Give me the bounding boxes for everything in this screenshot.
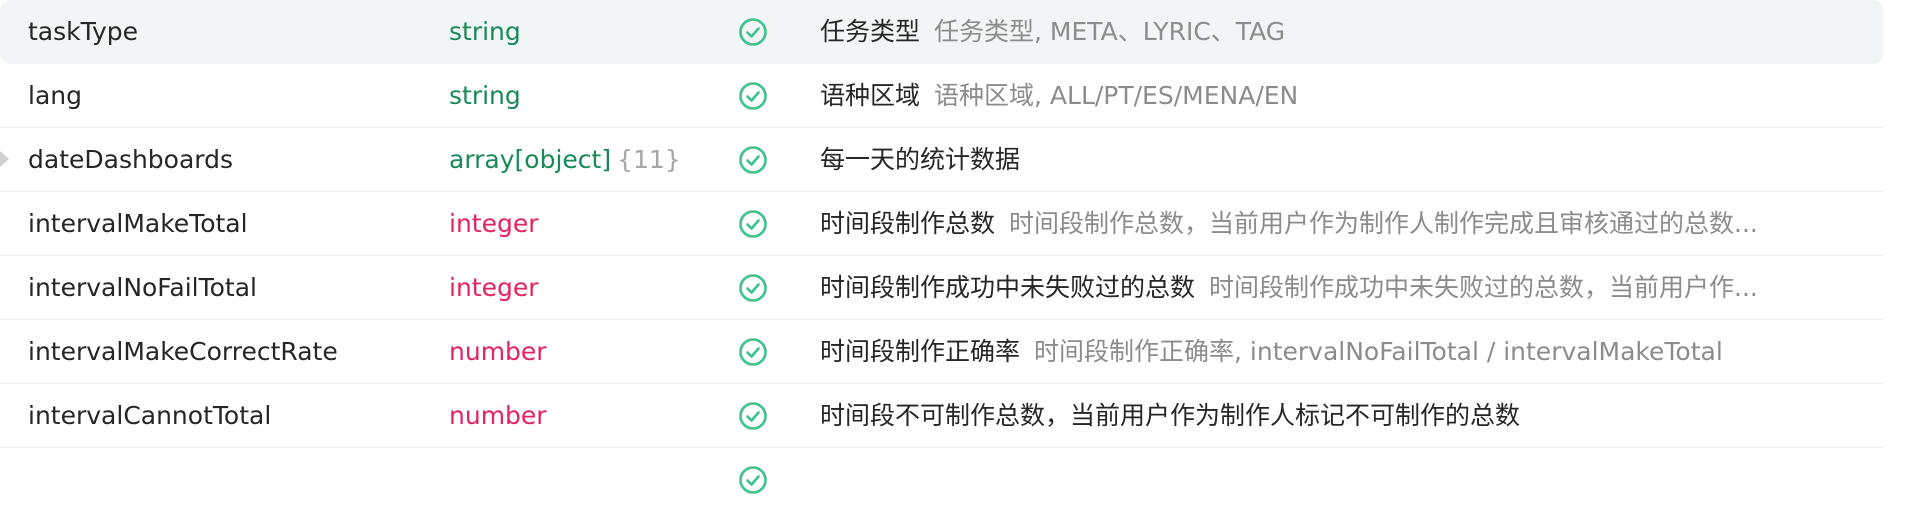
- schema-table: taskType string 任务类型 任务类型, META、LYRIC、TAG…: [0, 0, 1883, 494]
- field-description: 时间段不可制作总数，当前用户作为制作人标记不可制作的总数: [820, 384, 1870, 448]
- table-row[interactable]: intervalMakeCorrectRate number 时间段制作正确率时…: [0, 320, 1883, 384]
- field-description: 语种区域 语种区域, ALL/PT/ES/MENA/EN: [820, 64, 1870, 128]
- field-name: lang: [28, 81, 82, 110]
- field-type-label: number: [449, 337, 547, 366]
- description-title: 任务类型: [820, 17, 921, 46]
- field-type-count: {11}: [617, 145, 681, 174]
- check-circle-icon: [738, 192, 772, 256]
- description-title: 时间段制作总数: [820, 209, 996, 238]
- expand-arrow-icon[interactable]: [0, 151, 9, 167]
- field-description: 任务类型 任务类型, META、LYRIC、TAG: [820, 0, 1870, 64]
- check-circle-icon: [738, 0, 772, 64]
- table-row[interactable]: lang string 语种区域 语种区域, ALL/PT/ES/MENA/EN: [0, 64, 1883, 128]
- description-title: 时间段制作正确率: [820, 337, 1021, 366]
- field-description: 时间段制作成功中未失败过的总数 时间段制作成功中未失败过的总数，当前用户作...: [820, 256, 1870, 320]
- field-name: intervalNoFailTotal: [28, 273, 257, 302]
- description-detail: 语种区域, ALL/PT/ES/MENA/EN: [934, 81, 1299, 110]
- field-name: intervalMakeTotal: [28, 209, 248, 238]
- field-description: 每一天的统计数据: [820, 128, 1870, 192]
- description-title: 语种区域: [820, 81, 921, 110]
- field-type-label: integer: [449, 273, 539, 302]
- table-row[interactable]: intervalNoFailTotal integer 时间段制作成功中未失败过…: [0, 256, 1883, 320]
- field-type: number: [449, 384, 709, 448]
- check-circle-icon: [738, 448, 772, 512]
- table-row[interactable]: intervalCannotTotal number 时间段不可制作总数，当前用…: [0, 384, 1883, 448]
- field-name: intervalCannotTotal: [28, 401, 272, 430]
- description-title: 时间段制作成功中未失败过的总数: [820, 273, 1196, 302]
- field-type-label: number: [449, 401, 547, 430]
- field-type-label: string: [449, 17, 521, 46]
- table-row-partial[interactable]: [0, 448, 1883, 494]
- field-type-label: array[object]: [449, 145, 612, 174]
- check-circle-icon: [738, 256, 772, 320]
- field-description: 时间段制作总数 时间段制作总数，当前用户作为制作人制作完成且审核通过的总数...: [820, 192, 1870, 256]
- table-row[interactable]: intervalMakeTotal integer 时间段制作总数 时间段制作总数…: [0, 192, 1883, 256]
- description-detail: 时间段制作总数，当前用户作为制作人制作完成且审核通过的总数...: [1009, 209, 1758, 238]
- field-type-label: string: [449, 81, 521, 110]
- check-circle-icon: [738, 320, 772, 384]
- field-type: integer: [449, 192, 709, 256]
- field-name: taskType: [28, 17, 139, 46]
- check-circle-icon: [738, 384, 772, 448]
- field-type: number: [449, 320, 709, 384]
- field-type-label: integer: [449, 209, 539, 238]
- description-detail: 时间段制作成功中未失败过的总数，当前用户作...: [1209, 273, 1758, 302]
- check-circle-icon: [738, 64, 772, 128]
- description-detail: 时间段制作正确率, intervalNoFailTotal / interval…: [1034, 337, 1723, 366]
- table-row[interactable]: dateDashboards array[object] {11} 每一天的统计数…: [0, 128, 1883, 192]
- description-title: 时间段不可制作总数，当前用户作为制作人标记不可制作的总数: [820, 401, 1521, 430]
- field-type: string: [449, 64, 709, 128]
- field-type: integer: [449, 256, 709, 320]
- description-title: 每一天的统计数据: [820, 145, 1021, 174]
- field-name: intervalMakeCorrectRate: [28, 337, 338, 366]
- table-row[interactable]: taskType string 任务类型 任务类型, META、LYRIC、TAG: [0, 0, 1883, 64]
- field-name: dateDashboards: [28, 145, 234, 174]
- field-type: array[object] {11}: [449, 128, 709, 192]
- field-type: string: [449, 0, 709, 64]
- check-circle-icon: [738, 128, 772, 192]
- field-description: 时间段制作正确率 时间段制作正确率, intervalNoFailTotal / …: [820, 320, 1870, 384]
- description-detail: 任务类型, META、LYRIC、TAG: [934, 17, 1286, 46]
